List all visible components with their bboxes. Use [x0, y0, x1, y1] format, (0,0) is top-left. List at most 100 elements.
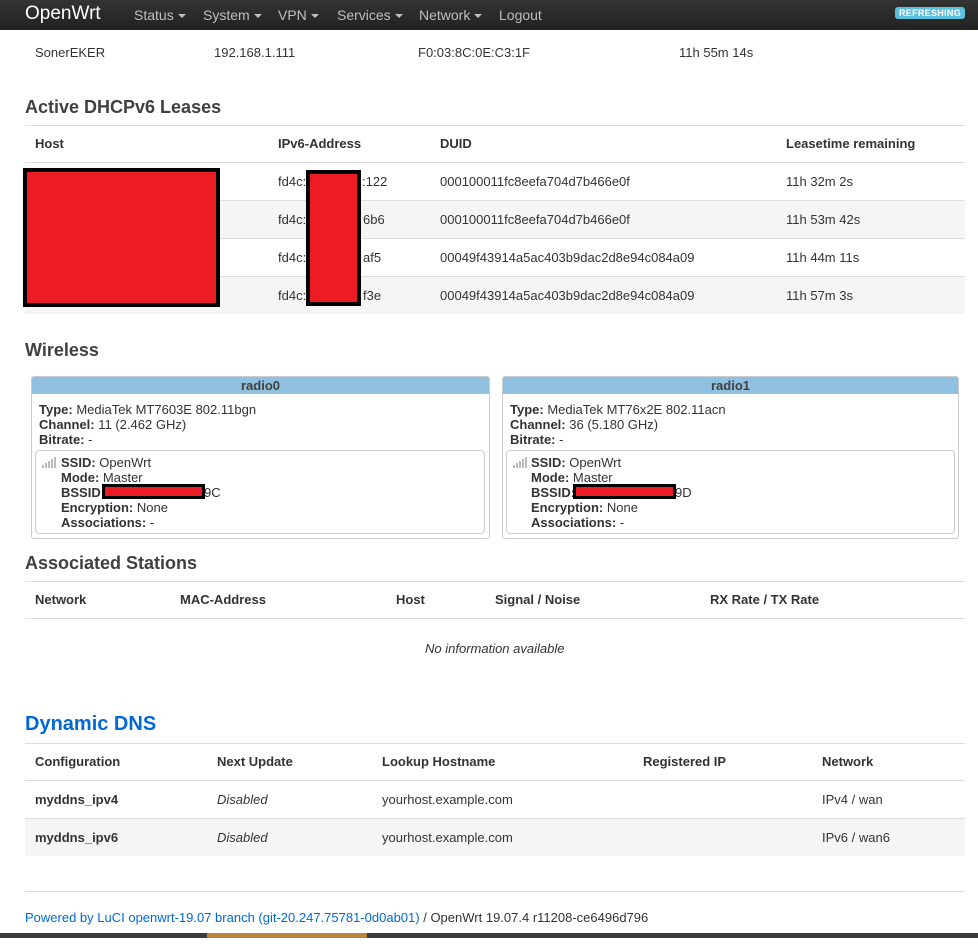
associations-label: Associations: — [531, 515, 617, 530]
chevron-down-icon — [474, 14, 483, 18]
ddns-header-network: Network — [822, 754, 874, 769]
dhcpv6-ipv6-start: fd4c: — [278, 288, 307, 303]
dhcpv6-title: Active DHCPv6 Leases — [25, 97, 222, 117]
nav-services-label: Services — [337, 7, 391, 23]
divider — [25, 818, 965, 819]
ddns-config: myddns_ipv6 — [35, 830, 119, 845]
divider — [25, 743, 965, 744]
chevron-down-icon — [394, 14, 403, 18]
channel-label: Channel: — [39, 417, 95, 432]
dhcpv6-ipv6-end: :122 — [362, 174, 388, 189]
ddns-network: IPv4 / wan — [822, 792, 883, 807]
type-label: Type: — [39, 402, 73, 417]
stations-header-rate: RX Rate / TX Rate — [710, 592, 820, 607]
footer-divider — [25, 891, 965, 892]
mode-label: Mode: — [531, 470, 570, 485]
dhcpv6-ipv6-end: f3e — [363, 288, 382, 303]
nav-logout-link[interactable]: Logout — [499, 7, 542, 23]
nav-vpn-menu[interactable]: VPN — [278, 7, 319, 23]
nav-system-menu[interactable]: System — [203, 7, 262, 23]
dhcp-lease: 11h 55m 14s — [679, 45, 754, 60]
redaction-block-hosts — [23, 168, 220, 307]
nav-status-menu[interactable]: Status — [134, 7, 186, 23]
dhcp-host: SonerEKER — [35, 45, 106, 60]
ddns-hostname: yourhost.example.com — [382, 792, 513, 807]
encryption-label: Encryption: — [531, 500, 604, 515]
divider — [25, 581, 965, 582]
radio1-header: radio1 — [503, 377, 958, 394]
dhcpv6-lease: 11h 32m 2s — [786, 174, 853, 189]
ddns-config: myddns_ipv4 — [35, 792, 119, 807]
radio1-bitrate: Bitrate: - — [510, 432, 563, 448]
nav-network-menu[interactable]: Network — [419, 7, 483, 23]
stations-title: Associated Stations — [25, 553, 198, 573]
chevron-down-icon — [177, 14, 186, 18]
wireless-title: Wireless — [25, 340, 99, 360]
ssid-value: OpenWrt — [99, 455, 152, 470]
ddns-network: IPv6 / wan6 — [822, 830, 890, 845]
type-value: MediaTek MT76x2E 802.11acn — [547, 402, 726, 417]
radio1-type: Type: MediaTek MT76x2E 802.11acn — [510, 402, 726, 418]
nav-status-label: Status — [134, 7, 174, 23]
redaction-block-bssid — [102, 484, 205, 499]
bitrate-value: - — [559, 432, 564, 447]
divider — [25, 125, 965, 126]
encryption-label: Encryption: — [61, 500, 134, 515]
taskbar-strip — [0, 933, 207, 938]
brand-logo[interactable]: OpenWrt — [25, 2, 101, 26]
ddns-next-update: Disabled — [217, 792, 268, 807]
openwrt-version: / OpenWrt 19.07.4 r11208-ce6496d796 — [419, 910, 649, 925]
redaction-block-ipv6 — [306, 170, 361, 306]
redaction-block-bssid — [573, 484, 676, 499]
associations-label: Associations: — [61, 515, 147, 530]
dhcpv6-header-ipv6: IPv6-Address — [278, 136, 362, 151]
dhcpv6-ipv6-start: fd4c: — [278, 212, 307, 227]
associations-value: - — [149, 515, 155, 530]
type-value: MediaTek MT7603E 802.11bgn — [76, 402, 257, 417]
dhcpv6-ipv6-end: 6b6 — [363, 212, 385, 227]
dhcpv6-lease: 11h 57m 3s — [786, 288, 853, 303]
chevron-down-icon — [253, 14, 262, 18]
dhcpv6-duid: 00049f43914a5ac403b9dac2d8e94c084a09 — [440, 250, 695, 265]
channel-value: 36 (5.180 GHz) — [569, 417, 659, 432]
radio0-bssid-end: 9C — [204, 485, 221, 500]
divider — [25, 618, 965, 619]
ddns-hostname: yourhost.example.com — [382, 830, 513, 845]
bssid-label: BSSID: — [61, 485, 106, 500]
signal-icon — [513, 456, 527, 468]
refreshing-badge[interactable]: REFRESHING — [895, 7, 965, 19]
divider — [25, 780, 965, 781]
type-label: Type: — [510, 402, 544, 417]
stations-empty-message: No information available — [425, 641, 565, 656]
radio1-encryption: Encryption: None — [531, 500, 638, 516]
dhcpv6-ipv6-start: fd4c: — [278, 174, 307, 189]
footer: Powered by LuCI openwrt-19.07 branch (gi… — [25, 910, 648, 926]
channel-value: 11 (2.462 GHz) — [98, 417, 187, 432]
radio0-bitrate: Bitrate: - — [39, 432, 92, 448]
ssid-label: SSID: — [61, 455, 96, 470]
divider — [25, 162, 965, 163]
radio1-bssid-end: 9D — [675, 485, 692, 500]
ddns-header-next: Next Update — [217, 754, 293, 769]
signal-icon — [42, 456, 56, 468]
bitrate-label: Bitrate: — [510, 432, 556, 447]
ddns-title[interactable]: Dynamic DNS — [25, 713, 156, 735]
dhcpv6-duid: 000100011fc8eefa704d7b466e0f — [440, 212, 630, 227]
chevron-down-icon — [310, 14, 319, 18]
channel-label: Channel: — [510, 417, 566, 432]
ddns-header-ip: Registered IP — [643, 754, 727, 769]
nav-services-menu[interactable]: Services — [337, 7, 403, 23]
radio1-bssid: BSSID: — [531, 485, 575, 501]
ddns-header-config: Configuration — [35, 754, 121, 769]
radio0-associations: Associations: - — [61, 515, 154, 531]
mode-value: Master — [102, 470, 143, 485]
dhcpv6-header-host: Host — [35, 136, 64, 151]
radio1-channel: Channel: 36 (5.180 GHz) — [510, 417, 658, 433]
top-navbar: OpenWrt Status System VPN Services Netwo… — [0, 0, 978, 30]
bssid-label: BSSID: — [531, 485, 576, 500]
dhcpv6-duid: 000100011fc8eefa704d7b466e0f — [440, 174, 630, 189]
dhcp-ip: 192.168.1.111 — [214, 45, 296, 60]
luci-version-link[interactable]: Powered by LuCI openwrt-19.07 branch (gi… — [25, 910, 420, 925]
stations-header-host: Host — [396, 592, 425, 607]
stations-header-signal: Signal / Noise — [495, 592, 581, 607]
